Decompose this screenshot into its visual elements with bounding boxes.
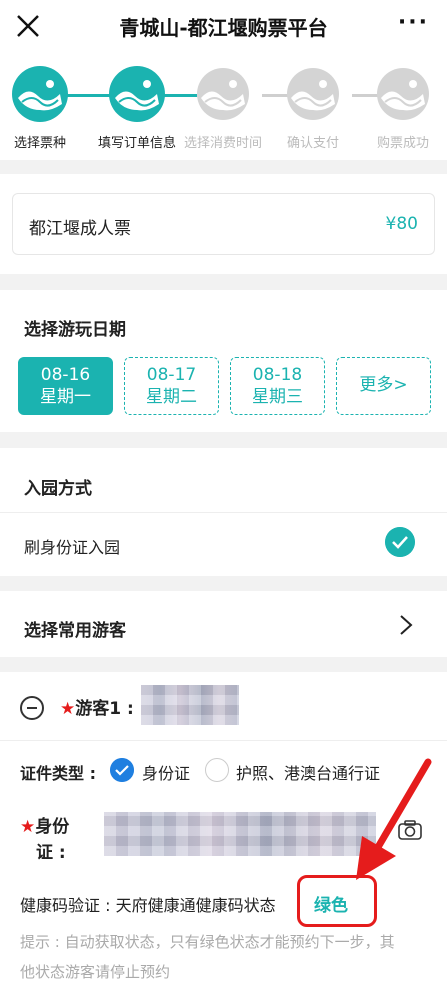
wave-logo-icon (377, 68, 429, 120)
radio-id-card[interactable] (110, 758, 134, 782)
more-menu-button[interactable]: ··· (398, 12, 429, 34)
health-code-label: 健康码验证 : 天府健康通健康码状态 (20, 896, 276, 915)
entry-section-title: 入园方式 (24, 479, 92, 499)
ticket-name: 都江堰成人票 (29, 219, 131, 239)
step-fill-order: 填写订单信息 (92, 64, 182, 151)
divider (0, 512, 447, 513)
hint-text: 提示 : 自动获取状态，只有绿色状态才能预约下一步，其 他状态游客请停止预约 (20, 933, 395, 981)
frequent-visitors-title: 选择常用游客 (24, 621, 126, 641)
wave-logo-icon (109, 66, 165, 122)
date-value: 08-17 (146, 365, 197, 385)
date-value: 08-16 (40, 365, 91, 385)
ticket-price: ¥80 (385, 214, 418, 234)
step-label: 选择消费时间 (183, 136, 262, 151)
date-weekday: 星期二 (146, 387, 197, 407)
step-success: 购票成功 (358, 64, 447, 151)
step-select-ticket: 选择票种 (0, 64, 85, 151)
wave-logo-icon (12, 66, 68, 122)
red-arrow-annotation (356, 758, 432, 880)
date-section-title: 选择游玩日期 (24, 320, 126, 340)
id-option-label: 身份证 (142, 764, 191, 783)
date-option-0816[interactable]: 08-16 星期一 (18, 357, 113, 415)
progress-steps: 选择票种 填写订单信息 选择消费时间 确认支付 购票成功 (0, 56, 447, 160)
top-bar: 青城山-都江堰购票平台 ··· (0, 0, 447, 56)
visitor-name-blurred (141, 685, 239, 725)
date-weekday: 星期三 (252, 387, 303, 407)
radio-passport[interactable] (205, 758, 229, 782)
visitor-label: ★游客1 : (60, 699, 134, 719)
health-status-value: 绿色 (314, 896, 348, 916)
step-label: 购票成功 (376, 136, 429, 151)
date-option-0818[interactable]: 08-18 星期三 (230, 357, 325, 415)
remove-visitor-icon[interactable] (20, 696, 44, 720)
step-confirm-pay: 确认支付 (268, 64, 358, 151)
ticket-card[interactable]: 都江堰成人票 ¥80 (12, 193, 435, 255)
id-type-label: 证件类型 : (20, 764, 96, 783)
required-star-icon: ★ (20, 817, 36, 837)
id-number-input-blurred[interactable] (104, 812, 376, 856)
page-title: 青城山-都江堰购票平台 (119, 16, 328, 40)
chevron-right-icon[interactable] (399, 614, 413, 636)
required-star-icon: ★ (60, 699, 76, 719)
checkmark-icon[interactable] (385, 527, 415, 557)
date-value: 08-18 (252, 365, 303, 385)
divider (0, 740, 447, 741)
step-label: 填写订单信息 (97, 136, 176, 151)
id-number-label: ★身份 证 : (20, 817, 70, 863)
step-select-time: 选择消费时间 (178, 64, 268, 151)
wave-logo-icon (287, 68, 339, 120)
wave-logo-icon (197, 68, 249, 120)
more-dates-button[interactable]: 更多> (336, 357, 431, 415)
date-weekday: 星期一 (40, 387, 91, 407)
step-label: 确认支付 (286, 136, 339, 151)
step-label: 选择票种 (13, 136, 66, 151)
entry-option-label[interactable]: 刷身份证入园 (24, 534, 120, 558)
date-option-0817[interactable]: 08-17 星期二 (124, 357, 219, 415)
